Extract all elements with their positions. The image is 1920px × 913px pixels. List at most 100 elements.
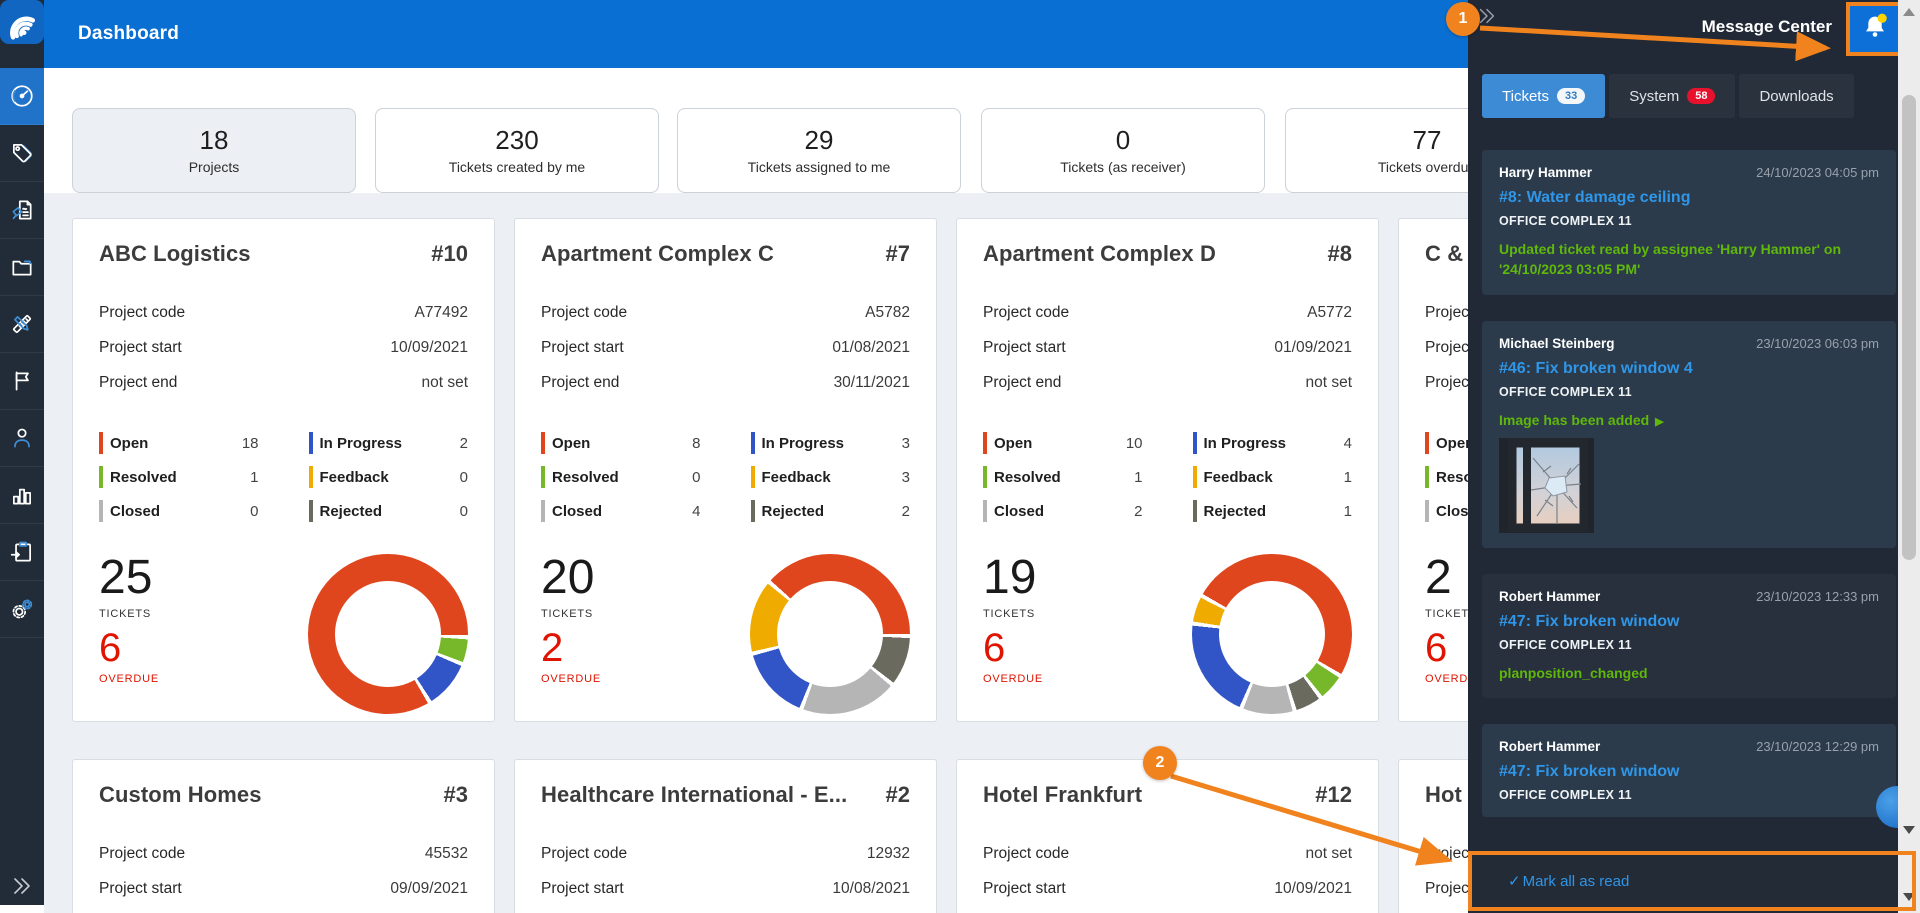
scrollbar-thumb[interactable] bbox=[1902, 95, 1916, 560]
project-card-apartment-complex-c[interactable]: Apartment Complex C #7 Project code A5782… bbox=[514, 218, 937, 722]
brand-swirl-logo[interactable] bbox=[0, 0, 44, 44]
message-card[interactable]: Harry Hammer 24/10/2023 04:05 pm #8: Wat… bbox=[1482, 150, 1896, 295]
tile-label: Tickets created by me bbox=[448, 158, 586, 175]
status-count: 0 bbox=[692, 468, 701, 486]
message-card[interactable]: Michael Steinberg 23/10/2023 06:03 pm #4… bbox=[1482, 320, 1896, 548]
summary-tile-tickets-created-by-me[interactable]: 230 Tickets created by me bbox=[375, 108, 659, 193]
project-card-custom-homes[interactable]: Custom Homes #3 Project code 45532 Projec… bbox=[72, 759, 495, 913]
sidebar-item-milestones[interactable] bbox=[0, 353, 44, 410]
scrollbar-down-arrow-icon[interactable] bbox=[1903, 893, 1915, 901]
project-end-label: Project end bbox=[99, 373, 178, 391]
sidebar-item-projects[interactable] bbox=[0, 239, 44, 296]
mark-all-read-button[interactable]: ✓ Mark all as read bbox=[1508, 872, 1629, 890]
project-name: OFFICE COMPLEX 11 bbox=[1499, 384, 1632, 399]
double-chevron-right-icon bbox=[10, 874, 34, 903]
message-list: Harry Hammer 24/10/2023 04:05 pm #8: Wat… bbox=[1482, 138, 1896, 817]
status-count: 1 bbox=[1343, 468, 1352, 486]
summary-tile-projects[interactable]: 18 Projects bbox=[72, 108, 356, 193]
project-start-label: Project start bbox=[983, 338, 1066, 356]
project-title: Hotel Frankfurt bbox=[983, 782, 1143, 807]
project-code-label: Project code bbox=[541, 303, 628, 321]
status-label: Resolved bbox=[552, 468, 619, 486]
status-count: 2 bbox=[1134, 502, 1143, 520]
status-legend: Open 8 Resolved 0 Closed 4 In Progress 3… bbox=[541, 426, 910, 528]
tab-count-badge: 58 bbox=[1687, 88, 1716, 104]
tab-tickets[interactable]: Tickets 33 bbox=[1482, 74, 1606, 118]
application-window: { "header": { "title": "Dashboard" }, "s… bbox=[0, 0, 1920, 913]
project-title: Custom Homes bbox=[99, 782, 262, 807]
project-start-value: 09/09/2021 bbox=[390, 879, 468, 897]
status-color-bar bbox=[308, 432, 313, 454]
project-card-hotel-frankfurt[interactable]: Hotel Frankfurt #12 Project code not set … bbox=[956, 759, 1379, 913]
project-title: ABC Logistics bbox=[99, 241, 251, 266]
ticket-link[interactable]: #47: Fix broken window bbox=[1499, 613, 1879, 631]
status-count: 0 bbox=[459, 502, 468, 520]
status-label: Closed bbox=[110, 502, 161, 520]
sidebar-item-tags[interactable] bbox=[0, 125, 44, 182]
ticket-status-donut-chart bbox=[750, 554, 910, 714]
scrollbar-up-arrow-icon[interactable] bbox=[1903, 8, 1915, 16]
project-meta: Project code A5772 Project start 01/09/202… bbox=[983, 295, 1352, 400]
user-icon bbox=[9, 425, 35, 451]
tab-system[interactable]: System 58 bbox=[1609, 74, 1736, 118]
sidebar-item-users[interactable] bbox=[0, 410, 44, 467]
summary-tile-tickets-assigned-to-me[interactable]: 29 Tickets assigned to me bbox=[677, 108, 961, 193]
status-color-bar bbox=[1425, 466, 1429, 488]
status-label: Feedback bbox=[319, 468, 389, 486]
project-card-healthcare-international-e-[interactable]: Healthcare International - E... #2 Proje… bbox=[514, 759, 937, 913]
sidebar-item-statistics[interactable] bbox=[0, 467, 44, 524]
status-color-bar bbox=[99, 466, 103, 488]
project-number: #3 bbox=[443, 782, 468, 807]
message-timestamp: 23/10/2023 06:03 pm bbox=[1756, 335, 1879, 351]
ticket-link[interactable]: #47: Fix broken window bbox=[1499, 763, 1879, 781]
mark-all-read-bar[interactable]: ✓ Mark all as read bbox=[1468, 851, 1916, 911]
message-center-panel: Message Center Tickets 33 System 58 Download… bbox=[1468, 0, 1920, 913]
gears-icon bbox=[9, 596, 35, 622]
status-legend: Open 18 Resolved 1 Closed 0 In Progress … bbox=[99, 426, 468, 528]
gauge-icon bbox=[9, 83, 35, 109]
bar-chart-icon bbox=[9, 482, 35, 508]
ticket-link[interactable]: #8: Water damage ceiling bbox=[1499, 189, 1879, 207]
notifications-bell-button[interactable] bbox=[1846, 2, 1904, 56]
sidebar-item-reports[interactable] bbox=[0, 182, 44, 239]
project-card-abc-logistics[interactable]: ABC Logistics #10 Project code A77492 Pro… bbox=[72, 218, 495, 722]
status-label: Resolved bbox=[994, 468, 1061, 486]
status-color-bar bbox=[1192, 466, 1197, 488]
sidebar-item-handover[interactable] bbox=[0, 524, 44, 581]
project-card-apartment-complex-d[interactable]: Apartment Complex D #8 Project code A5772… bbox=[956, 218, 1379, 722]
sidebar-expand-button[interactable] bbox=[0, 873, 44, 903]
message-card[interactable]: Robert Hammer 23/10/2023 12:33 pm #47: F… bbox=[1482, 573, 1896, 698]
project-code-value: 45532 bbox=[424, 844, 468, 862]
broken-window-photo[interactable] bbox=[1499, 437, 1594, 533]
status-label: Open bbox=[552, 434, 591, 452]
sidebar-item-dashboard[interactable] bbox=[0, 68, 44, 125]
tag-icon bbox=[9, 140, 35, 166]
tab-downloads[interactable]: Downloads bbox=[1739, 74, 1854, 118]
donut-hole bbox=[777, 581, 883, 687]
status-legend-open: Open 8 bbox=[541, 426, 701, 460]
scrollbar-down-arrow-icon[interactable] bbox=[1903, 826, 1915, 834]
status-label: In Progress bbox=[319, 434, 403, 452]
project-name: OFFICE COMPLEX 11 bbox=[1499, 637, 1632, 652]
expand-arrow-icon[interactable]: ▶ bbox=[1655, 416, 1663, 428]
status-legend-open: Open 18 bbox=[99, 426, 259, 460]
status-count: 10 bbox=[1125, 434, 1143, 452]
status-legend-closed: Closed 2 bbox=[983, 494, 1143, 528]
status-label: Open bbox=[994, 434, 1033, 452]
summary-tile-tickets-as-receiver-[interactable]: 0 Tickets (as receiver) bbox=[981, 108, 1265, 193]
folder-icon bbox=[9, 254, 35, 280]
sidebar-item-tools[interactable] bbox=[0, 296, 44, 353]
panel-scrollbar[interactable] bbox=[1898, 0, 1920, 913]
message-card[interactable]: Robert Hammer 23/10/2023 12:29 pm #47: F… bbox=[1482, 723, 1896, 817]
sidebar-item-settings[interactable] bbox=[0, 581, 44, 638]
project-meta: Project code A77492 Project start 10/09/20… bbox=[99, 295, 468, 400]
project-start-value: 01/08/2021 bbox=[832, 338, 910, 356]
message-sender: Robert Hammer bbox=[1499, 738, 1601, 754]
ticket-link[interactable]: #46: Fix broken window 4 bbox=[1499, 360, 1879, 378]
status-label: Resolved bbox=[110, 468, 177, 486]
tab-count-badge: 33 bbox=[1556, 88, 1586, 104]
tab-label: Tickets bbox=[1502, 87, 1549, 105]
status-color-bar bbox=[99, 500, 103, 522]
status-color-bar bbox=[541, 466, 545, 488]
status-color-bar bbox=[983, 500, 987, 522]
